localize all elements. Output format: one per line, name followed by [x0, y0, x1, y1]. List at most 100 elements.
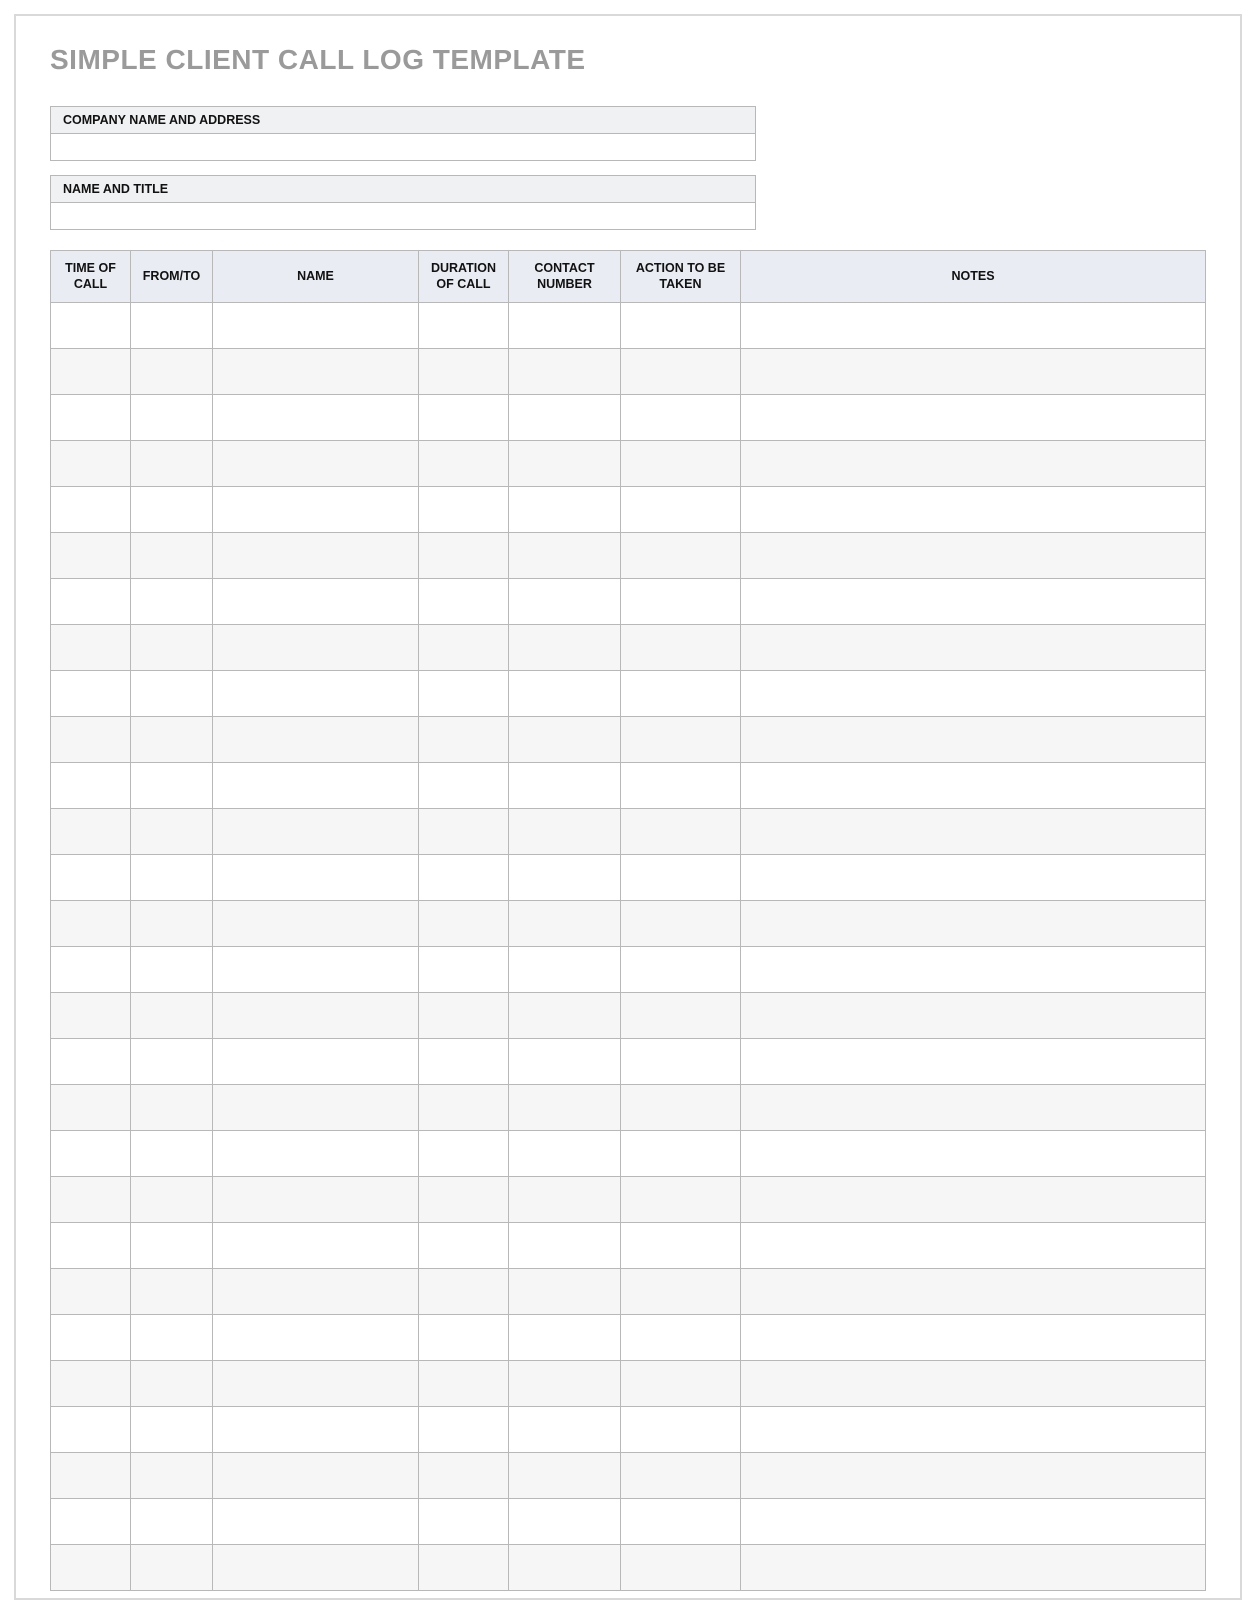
cell-action[interactable] — [621, 1177, 741, 1223]
cell-name[interactable] — [213, 625, 419, 671]
cell-action[interactable] — [621, 1361, 741, 1407]
cell-fromto[interactable] — [131, 901, 213, 947]
cell-contact[interactable] — [509, 1315, 621, 1361]
cell-name[interactable] — [213, 441, 419, 487]
cell-name[interactable] — [213, 1039, 419, 1085]
cell-contact[interactable] — [509, 901, 621, 947]
cell-notes[interactable] — [741, 1269, 1206, 1315]
cell-time[interactable] — [51, 855, 131, 901]
cell-action[interactable] — [621, 303, 741, 349]
name-title-value[interactable] — [51, 203, 755, 229]
cell-action[interactable] — [621, 533, 741, 579]
cell-contact[interactable] — [509, 1131, 621, 1177]
cell-notes[interactable] — [741, 809, 1206, 855]
cell-contact[interactable] — [509, 1499, 621, 1545]
cell-duration[interactable] — [419, 671, 509, 717]
cell-name[interactable] — [213, 1315, 419, 1361]
cell-name[interactable] — [213, 901, 419, 947]
cell-time[interactable] — [51, 1269, 131, 1315]
cell-fromto[interactable] — [131, 1453, 213, 1499]
cell-fromto[interactable] — [131, 717, 213, 763]
cell-notes[interactable] — [741, 1407, 1206, 1453]
cell-fromto[interactable] — [131, 625, 213, 671]
cell-action[interactable] — [621, 1039, 741, 1085]
cell-duration[interactable] — [419, 487, 509, 533]
cell-contact[interactable] — [509, 533, 621, 579]
cell-action[interactable] — [621, 717, 741, 763]
cell-duration[interactable] — [419, 763, 509, 809]
cell-name[interactable] — [213, 947, 419, 993]
cell-time[interactable] — [51, 947, 131, 993]
cell-action[interactable] — [621, 625, 741, 671]
cell-name[interactable] — [213, 717, 419, 763]
cell-contact[interactable] — [509, 1269, 621, 1315]
cell-contact[interactable] — [509, 1039, 621, 1085]
cell-fromto[interactable] — [131, 1361, 213, 1407]
cell-notes[interactable] — [741, 579, 1206, 625]
cell-fromto[interactable] — [131, 1545, 213, 1591]
cell-notes[interactable] — [741, 625, 1206, 671]
cell-action[interactable] — [621, 395, 741, 441]
cell-action[interactable] — [621, 671, 741, 717]
cell-name[interactable] — [213, 487, 419, 533]
cell-action[interactable] — [621, 441, 741, 487]
cell-action[interactable] — [621, 1223, 741, 1269]
cell-time[interactable] — [51, 1315, 131, 1361]
cell-notes[interactable] — [741, 487, 1206, 533]
cell-fromto[interactable] — [131, 993, 213, 1039]
cell-contact[interactable] — [509, 855, 621, 901]
cell-fromto[interactable] — [131, 1085, 213, 1131]
cell-time[interactable] — [51, 1177, 131, 1223]
cell-action[interactable] — [621, 993, 741, 1039]
cell-notes[interactable] — [741, 671, 1206, 717]
cell-time[interactable] — [51, 809, 131, 855]
cell-time[interactable] — [51, 1131, 131, 1177]
cell-action[interactable] — [621, 487, 741, 533]
cell-duration[interactable] — [419, 947, 509, 993]
cell-duration[interactable] — [419, 1453, 509, 1499]
cell-duration[interactable] — [419, 1499, 509, 1545]
cell-time[interactable] — [51, 349, 131, 395]
cell-contact[interactable] — [509, 1453, 621, 1499]
cell-action[interactable] — [621, 1269, 741, 1315]
cell-fromto[interactable] — [131, 1039, 213, 1085]
cell-fromto[interactable] — [131, 1407, 213, 1453]
cell-contact[interactable] — [509, 579, 621, 625]
cell-fromto[interactable] — [131, 487, 213, 533]
cell-notes[interactable] — [741, 441, 1206, 487]
cell-contact[interactable] — [509, 717, 621, 763]
cell-duration[interactable] — [419, 1361, 509, 1407]
cell-contact[interactable] — [509, 1545, 621, 1591]
cell-time[interactable] — [51, 717, 131, 763]
cell-notes[interactable] — [741, 947, 1206, 993]
cell-duration[interactable] — [419, 1039, 509, 1085]
cell-notes[interactable] — [741, 395, 1206, 441]
cell-action[interactable] — [621, 1453, 741, 1499]
cell-time[interactable] — [51, 1039, 131, 1085]
cell-notes[interactable] — [741, 1453, 1206, 1499]
cell-name[interactable] — [213, 1499, 419, 1545]
cell-duration[interactable] — [419, 1085, 509, 1131]
cell-duration[interactable] — [419, 1315, 509, 1361]
cell-duration[interactable] — [419, 303, 509, 349]
cell-notes[interactable] — [741, 1223, 1206, 1269]
cell-time[interactable] — [51, 1223, 131, 1269]
cell-name[interactable] — [213, 1453, 419, 1499]
cell-duration[interactable] — [419, 901, 509, 947]
cell-notes[interactable] — [741, 1545, 1206, 1591]
cell-action[interactable] — [621, 901, 741, 947]
cell-action[interactable] — [621, 1407, 741, 1453]
cell-contact[interactable] — [509, 395, 621, 441]
cell-notes[interactable] — [741, 533, 1206, 579]
cell-contact[interactable] — [509, 1223, 621, 1269]
cell-name[interactable] — [213, 395, 419, 441]
cell-notes[interactable] — [741, 1039, 1206, 1085]
cell-action[interactable] — [621, 349, 741, 395]
cell-duration[interactable] — [419, 441, 509, 487]
cell-duration[interactable] — [419, 717, 509, 763]
cell-name[interactable] — [213, 763, 419, 809]
cell-fromto[interactable] — [131, 395, 213, 441]
cell-duration[interactable] — [419, 1545, 509, 1591]
cell-action[interactable] — [621, 1315, 741, 1361]
cell-time[interactable] — [51, 1499, 131, 1545]
